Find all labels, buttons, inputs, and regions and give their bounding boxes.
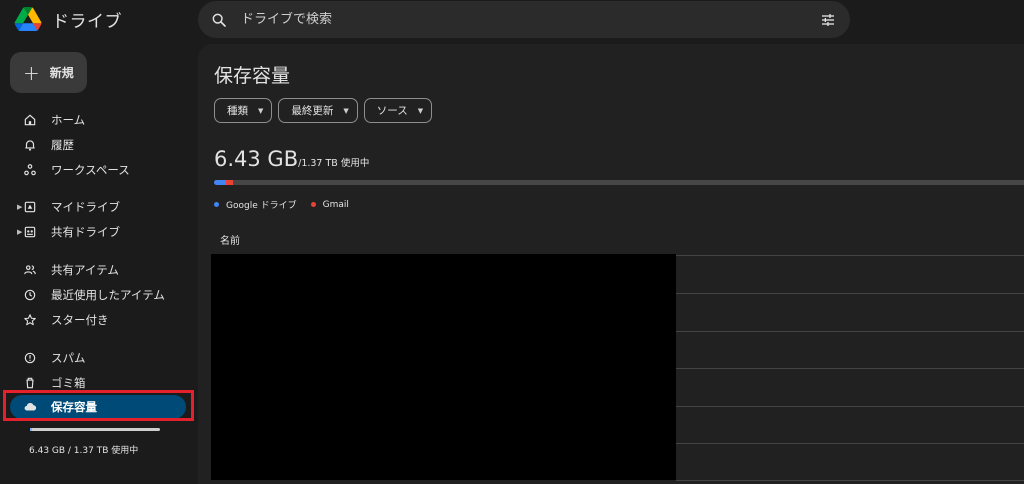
legend-dot-icon: [310, 202, 316, 207]
sidebar-item-my-drive[interactable]: ▶ マイドライブ: [10, 195, 186, 219]
chip-label: 最終更新: [291, 105, 334, 117]
row-divider: [676, 406, 1024, 407]
my-drive-icon: [23, 200, 37, 214]
storage-used-amount: 6.43 GB: [214, 147, 299, 171]
row-divider: [676, 443, 1024, 444]
legend-dot-icon: [214, 202, 219, 207]
star-icon: [23, 313, 37, 327]
row-divider: [676, 293, 1024, 294]
sidebar-item-shared-drives[interactable]: ▶ 共有ドライブ: [10, 220, 186, 244]
drive-logo[interactable]: ドライブ: [14, 6, 122, 32]
shared-drives-icon: [23, 225, 37, 239]
legend-label: Google ドライブ: [226, 201, 297, 211]
redacted-file-list: [211, 254, 676, 480]
storage-usage-bar: [214, 180, 1024, 185]
filter-modified-chip[interactable]: 最終更新 ▼: [278, 98, 358, 123]
filter-type-chip[interactable]: 種類 ▼: [214, 98, 273, 123]
sidebar-item-label: スター付き: [51, 313, 109, 327]
sidebar-item-label: ゴミ箱: [51, 376, 86, 390]
search-bar[interactable]: [198, 1, 850, 38]
legend-item-gmail: Gmail: [310, 199, 349, 210]
row-divider: [676, 480, 1024, 481]
filter-source-chip[interactable]: ソース ▼: [363, 98, 433, 123]
storage-bar-drive-segment: [214, 180, 226, 185]
workspaces-icon: [23, 163, 37, 177]
sidebar-item-label: ワークスペース: [51, 163, 130, 177]
people-icon: [23, 263, 37, 277]
sidebar-item-label: 最近使用したアイテム: [51, 288, 165, 302]
plus-icon: +: [23, 60, 40, 85]
annotation-highlight-box: [3, 390, 194, 421]
sidebar-item-label: 共有アイテム: [51, 263, 119, 277]
sidebar-item-label: 履歴: [51, 138, 74, 152]
storage-usage-summary: 6.43 GB /1.37 TB 使用中: [214, 147, 369, 171]
column-header-name[interactable]: 名前: [220, 232, 240, 247]
search-input[interactable]: [241, 12, 781, 27]
sidebar-item-label: ホーム: [51, 113, 86, 127]
sidebar-storage-bar: [30, 428, 160, 431]
row-divider: [676, 255, 1024, 256]
sidebar-storage-bar-fill: [30, 428, 32, 431]
chip-label: ソース: [376, 105, 408, 117]
row-divider: [676, 368, 1024, 369]
sidebar-item-home[interactable]: ホーム: [10, 108, 186, 132]
sidebar-item-recent[interactable]: 最近使用したアイテム: [10, 283, 186, 307]
search-options-icon[interactable]: [820, 12, 836, 28]
chip-label: 種類: [227, 105, 248, 117]
dropdown-caret-icon: ▼: [343, 106, 349, 115]
main-panel: 保存容量 種類 ▼ 最終更新 ▼ ソース ▼ 6.43 GB /1.37 TB …: [198, 44, 1024, 484]
dropdown-caret-icon: ▼: [258, 106, 264, 115]
storage-bar-gmail-segment: [226, 180, 233, 185]
sidebar-item-label: スパム: [51, 351, 86, 365]
sidebar-item-label: マイドライブ: [51, 200, 120, 214]
home-icon: [23, 113, 37, 127]
legend-label: Gmail: [322, 199, 349, 210]
sidebar-item-shared-with-me[interactable]: 共有アイテム: [10, 258, 186, 282]
sidebar-item-starred[interactable]: スター付き: [10, 308, 186, 332]
page-title: 保存容量: [214, 65, 291, 87]
app-title: ドライブ: [52, 11, 122, 32]
sidebar-item-activity[interactable]: 履歴: [10, 133, 186, 157]
sidebar-storage-text: 6.43 GB / 1.37 TB 使用中: [29, 446, 139, 456]
sidebar-item-label: 共有ドライブ: [51, 225, 120, 239]
new-button-label: 新規: [49, 66, 74, 80]
expand-caret-icon[interactable]: ▶: [17, 228, 22, 236]
spam-icon: [23, 351, 37, 365]
filter-chips: 種類 ▼ 最終更新 ▼ ソース ▼: [214, 98, 433, 123]
row-divider: [676, 331, 1024, 332]
search-icon: [212, 13, 226, 27]
storage-legend: Google ドライブ Gmail: [214, 198, 363, 211]
dropdown-caret-icon: ▼: [417, 106, 424, 115]
sidebar-item-spam[interactable]: スパム: [10, 346, 186, 370]
drive-logo-icon: [14, 7, 42, 31]
clock-icon: [23, 288, 37, 302]
storage-total: /1.37 TB 使用中: [298, 158, 370, 169]
expand-caret-icon[interactable]: ▶: [17, 203, 22, 211]
new-button[interactable]: + 新規: [10, 52, 87, 93]
sidebar-item-workspaces[interactable]: ワークスペース: [10, 158, 186, 182]
legend-item-drive: Google ドライブ: [214, 198, 297, 211]
bell-icon: [23, 138, 37, 152]
trash-icon: [23, 376, 37, 390]
